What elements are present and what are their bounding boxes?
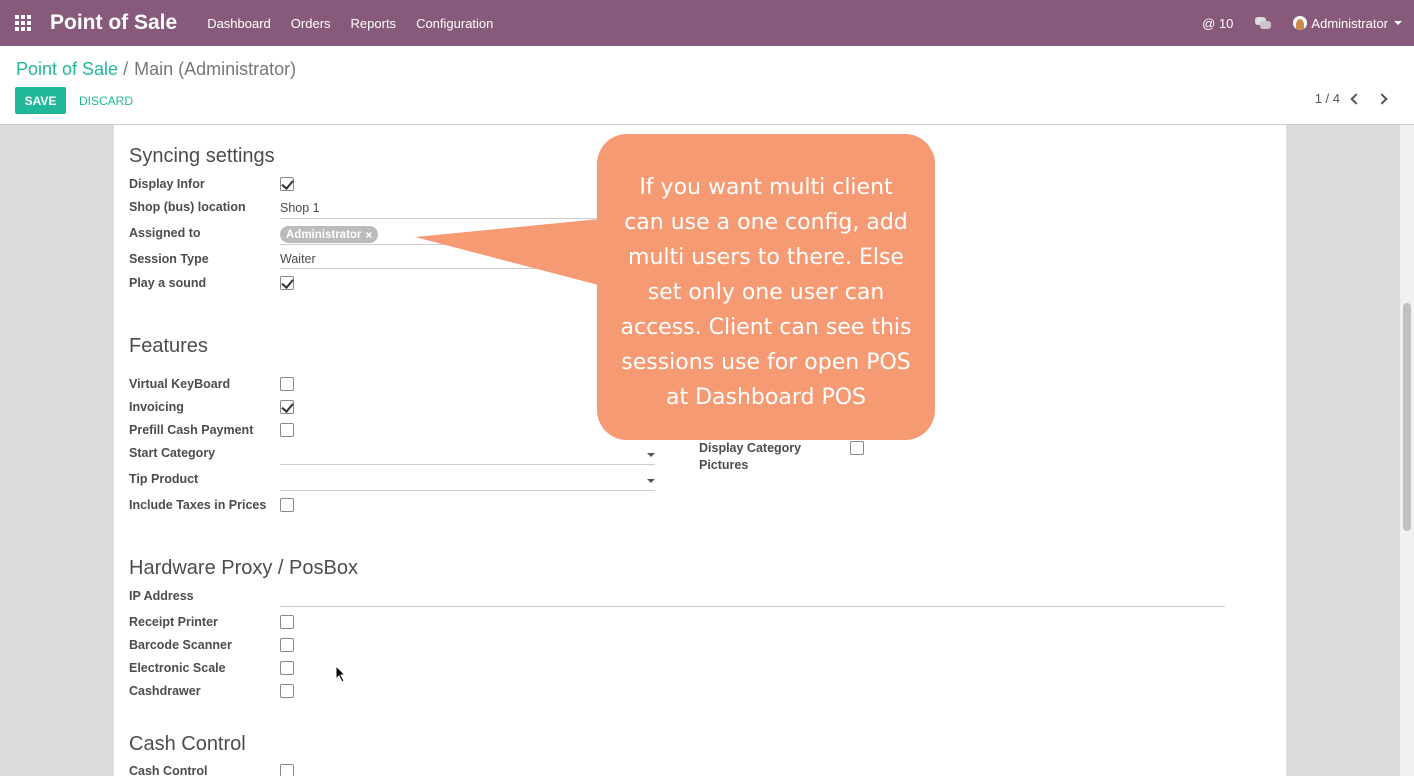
tip-product-dropdown-icon[interactable] (647, 479, 655, 483)
top-navbar: Point of Sale Dashboard Orders Reports C… (0, 0, 1414, 46)
pager-value[interactable]: 1 / 4 (1315, 91, 1340, 106)
menu-configuration[interactable]: Configuration (416, 16, 493, 31)
cashdrawer-label: Cashdrawer (129, 684, 201, 698)
hardware-proxy-title: Hardware Proxy / PosBox (129, 557, 358, 579)
navbar-systray: @ 10 Administrator (1180, 16, 1414, 31)
session-type-field[interactable]: Waiter (280, 252, 316, 266)
mouse-cursor-icon (335, 665, 347, 683)
display-category-label-line2: Pictures (699, 458, 749, 472)
include-taxes-label: Include Taxes in Prices (129, 498, 267, 512)
display-category-label: Display Category Pictures (699, 441, 801, 475)
mentions-counter[interactable]: @ 10 (1202, 16, 1233, 31)
session-type-underline (280, 268, 600, 269)
receipt-printer-label: Receipt Printer (129, 615, 218, 629)
menu-dashboard[interactable]: Dashboard (207, 16, 271, 31)
chevron-down-icon (1394, 21, 1402, 25)
display-category-label-line1: Display Category (699, 441, 802, 455)
display-infor-checkbox[interactable] (280, 177, 294, 191)
ip-address-label: IP Address (129, 589, 194, 603)
display-category-checkbox[interactable] (850, 441, 864, 455)
virtual-keyboard-label: Virtual KeyBoard (129, 377, 231, 391)
receipt-printer-checkbox[interactable] (280, 615, 294, 629)
chevron-right-icon[interactable] (1376, 92, 1388, 105)
shop-location-underline (280, 218, 600, 219)
include-taxes-checkbox[interactable] (280, 498, 294, 512)
cash-control-label: Cash Control (129, 764, 208, 776)
chevron-left-icon[interactable] (1350, 92, 1362, 105)
main-menu: Dashboard Orders Reports Configuration (207, 16, 513, 31)
apps-menu-icon[interactable] (0, 0, 46, 46)
save-button[interactable]: SAVE (15, 87, 66, 114)
display-infor-label: Display Infor (129, 177, 205, 191)
barcode-scanner-checkbox[interactable] (280, 638, 294, 652)
start-category-label: Start Category (129, 446, 216, 460)
play-sound-label: Play a sound (129, 276, 207, 290)
prefill-cash-label: Prefill Cash Payment (129, 423, 254, 437)
user-menu[interactable]: Administrator (1293, 16, 1402, 31)
syncing-settings-title: Syncing settings (129, 145, 275, 167)
user-name: Administrator (1311, 15, 1388, 31)
ip-address-field[interactable] (280, 606, 1225, 607)
assigned-to-label: Assigned to (129, 226, 201, 240)
start-category-dropdown-icon[interactable] (647, 453, 655, 457)
scrollbar-thumb[interactable] (1403, 303, 1411, 531)
start-category-field[interactable] (280, 464, 655, 465)
features-title: Features (129, 335, 208, 357)
breadcrumb-separator: / (123, 59, 129, 79)
play-sound-checkbox[interactable] (280, 276, 294, 290)
tip-product-label: Tip Product (129, 472, 199, 486)
session-type-label: Session Type (129, 252, 209, 266)
menu-reports[interactable]: Reports (351, 16, 397, 31)
breadcrumb-current: Main (Administrator) (134, 59, 297, 79)
invoicing-label: Invoicing (129, 400, 184, 414)
breadcrumb-root-link[interactable]: Point of Sale (16, 59, 118, 80)
assigned-to-underline (280, 244, 600, 245)
shop-location-label: Shop (bus) location (129, 200, 246, 214)
assigned-user-tag[interactable]: Administrator × (280, 226, 379, 243)
prefill-cash-checkbox[interactable] (280, 423, 294, 437)
avatar (1293, 16, 1308, 30)
assigned-user-tag-label: Administrator (286, 228, 362, 241)
discard-button[interactable]: DISCARD (79, 87, 133, 114)
cash-control-checkbox[interactable] (280, 764, 294, 776)
cash-control-title: Cash Control (129, 733, 246, 755)
scrollbar[interactable] (1400, 125, 1414, 776)
app-brand: Point of Sale (50, 11, 178, 34)
menu-orders[interactable]: Orders (291, 16, 331, 31)
virtual-keyboard-checkbox[interactable] (280, 377, 294, 391)
tag-remove-icon[interactable]: × (365, 228, 372, 242)
electronic-scale-checkbox[interactable] (280, 661, 294, 675)
control-panel: Point of Sale / Main (Administrator) SAV… (0, 46, 1414, 125)
tip-product-field[interactable] (280, 490, 655, 491)
breadcrumb: Point of Sale / Main (Administrator) (16, 59, 296, 80)
invoicing-checkbox[interactable] (280, 400, 294, 414)
cashdrawer-checkbox[interactable] (280, 684, 294, 698)
annotation-callout: If you want multi client can use a one c… (597, 134, 935, 440)
barcode-scanner-label: Barcode Scanner (129, 638, 232, 652)
electronic-scale-label: Electronic Scale (129, 661, 226, 675)
shop-location-field[interactable]: Shop 1 (280, 201, 320, 215)
pager: 1 / 4 (1315, 91, 1388, 106)
chat-icon[interactable] (1255, 17, 1272, 29)
